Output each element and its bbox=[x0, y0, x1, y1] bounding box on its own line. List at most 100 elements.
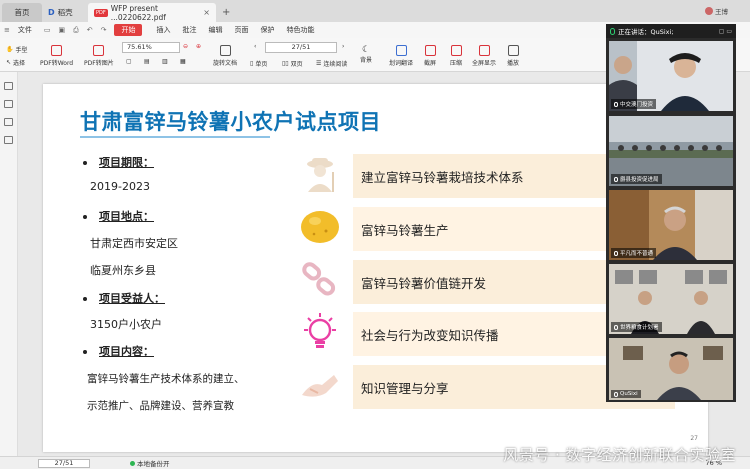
participant-tile-5[interactable]: QuSixi bbox=[609, 338, 733, 400]
select-tool-button[interactable]: ↖ 选择 bbox=[6, 58, 25, 67]
lightbulb-icon bbox=[304, 313, 336, 348]
hand-icon: ✋ bbox=[6, 46, 14, 53]
menu-annotate[interactable]: 批注 bbox=[182, 25, 196, 35]
zoom-out-icon[interactable]: ⊖ bbox=[183, 43, 188, 50]
user-account[interactable]: 王博 bbox=[705, 6, 728, 16]
bookmark-icon[interactable] bbox=[4, 100, 13, 108]
slide-page-number: 27 bbox=[690, 435, 698, 442]
fit-page-icon[interactable]: ▢ bbox=[126, 58, 132, 65]
background-label: 背景 bbox=[360, 57, 373, 64]
prev-page-icon[interactable]: ‹ bbox=[254, 43, 256, 50]
scissors-icon bbox=[424, 45, 436, 56]
participant-name-2: 爵县投资促进局 bbox=[611, 174, 662, 184]
participant-name-text-5: QuSixi bbox=[620, 391, 638, 397]
period-value: 2019-2023 bbox=[90, 180, 150, 193]
participant-tile-2[interactable]: 爵县投资促进局 bbox=[609, 116, 733, 186]
local-backup-status[interactable]: 本地备份开 bbox=[130, 458, 170, 468]
open-icon[interactable]: ▭ bbox=[44, 26, 51, 34]
translate-button[interactable]: 划词翻译 bbox=[389, 45, 413, 67]
play-icon bbox=[507, 45, 519, 56]
play-button[interactable]: 播放 bbox=[507, 45, 519, 67]
status-page-value: 27/51 bbox=[54, 458, 74, 467]
page-number-input[interactable]: 27/51 bbox=[265, 42, 337, 53]
translate-icon bbox=[395, 45, 407, 56]
panel-controls-icon[interactable]: ▢ ▭ bbox=[719, 28, 732, 35]
participant-tile-4[interactable]: 世界粮食计划署 bbox=[609, 264, 733, 334]
participant-tile-3[interactable]: 平凡而不普通 bbox=[609, 190, 733, 260]
mic-icon bbox=[614, 101, 618, 107]
fit-width-icon[interactable]: ▤ bbox=[144, 58, 150, 65]
menu-edit[interactable]: 编辑 bbox=[208, 25, 222, 35]
pdf-to-image-icon bbox=[93, 45, 105, 56]
menu-start[interactable]: 开始 bbox=[114, 24, 143, 36]
comment-icon[interactable] bbox=[4, 118, 13, 126]
watermark: 风景号 · 数字经济创新联合实验室 bbox=[503, 446, 736, 464]
content-bullet: 项目内容： bbox=[83, 343, 154, 359]
item-label-3: 富锌马铃薯价值链开发 bbox=[361, 275, 487, 291]
draft-logo-icon: D bbox=[48, 8, 55, 17]
tab-active-document[interactable]: PDF WFP present ...0220622.pdf × bbox=[88, 3, 216, 22]
participant-name-text-1: 中交澳门投资 bbox=[620, 102, 654, 108]
speaking-label: 正在讲话：QuSixi; bbox=[618, 28, 674, 36]
double-page-button[interactable]: ▯▯ 双页 bbox=[282, 59, 303, 68]
redo-icon[interactable]: ↷ bbox=[101, 26, 107, 34]
continuous-label: 连续阅读 bbox=[323, 61, 348, 68]
actual-size-icon[interactable]: ▥ bbox=[162, 58, 168, 65]
bullet-dot bbox=[83, 161, 87, 165]
backup-status-label: 本地备份开 bbox=[137, 460, 170, 468]
pdf-icon: PDF bbox=[94, 8, 108, 17]
hand-tool-button[interactable]: ✋ 手型 bbox=[6, 45, 28, 54]
menu-icon[interactable]: ≡ bbox=[4, 26, 10, 34]
screenshot-button[interactable]: 截屏 bbox=[424, 45, 436, 67]
moon-icon: ☾ bbox=[361, 45, 371, 55]
chain-link-icon bbox=[302, 262, 336, 296]
single-page-label: 单页 bbox=[255, 61, 268, 68]
attachment-icon[interactable] bbox=[4, 136, 13, 144]
participant-name-1: 中交澳门投资 bbox=[611, 99, 657, 109]
background-button[interactable]: ☾ 背景 bbox=[360, 45, 372, 64]
print-icon[interactable]: ⎙ bbox=[73, 26, 79, 35]
save-icon[interactable]: ▣ bbox=[59, 26, 66, 34]
bullet-dot bbox=[83, 297, 87, 301]
status-page-input[interactable]: 27/51 bbox=[38, 458, 90, 468]
next-page-icon[interactable]: › bbox=[342, 43, 344, 50]
location-bullet: 项目地点： bbox=[83, 208, 154, 224]
location-value-2: 临夏州东乡县 bbox=[90, 264, 156, 277]
menu-protect[interactable]: 保护 bbox=[260, 25, 274, 35]
menu-file[interactable]: 文件 bbox=[18, 25, 32, 35]
slide-title: 甘肃富锌马铃薯小农户试点项目 bbox=[80, 110, 381, 134]
continuous-read-button[interactable]: ☰ 连续阅读 bbox=[316, 59, 347, 68]
tab-home[interactable]: 首页 bbox=[2, 3, 42, 22]
pdf-to-image-button[interactable]: PDF转图片 bbox=[84, 45, 114, 67]
fullscreen-button[interactable]: 全屏显示 bbox=[472, 45, 496, 67]
menu-features[interactable]: 特色功能 bbox=[286, 25, 314, 35]
participant-tile-1[interactable]: 中交澳门投资 bbox=[609, 41, 733, 111]
pdf-to-word-button[interactable]: PDF转Word bbox=[40, 45, 73, 67]
menu-insert[interactable]: 插入 bbox=[156, 25, 170, 35]
undo-icon[interactable]: ↶ bbox=[87, 26, 93, 34]
meeting-header: 正在讲话：QuSixi; ▢ ▭ bbox=[606, 24, 736, 38]
rotate-document-button[interactable]: 旋转文档 bbox=[213, 45, 237, 67]
rotate-label: 旋转文档 bbox=[213, 60, 238, 67]
continuous-icon: ☰ bbox=[316, 60, 322, 67]
close-tab-icon[interactable]: × bbox=[203, 8, 210, 17]
tab-draft-label: 稻壳 bbox=[57, 8, 73, 17]
hand-tool-label: 手型 bbox=[15, 47, 28, 54]
tab-draft[interactable]: D 稻壳 bbox=[42, 3, 88, 22]
participant-name-4: 世界粮食计划署 bbox=[611, 322, 662, 332]
tab-home-label: 首页 bbox=[14, 8, 30, 17]
print-preview-icon[interactable]: ▦ bbox=[180, 58, 186, 65]
item-label-5: 知识管理与分享 bbox=[361, 380, 449, 396]
bullet-dot bbox=[83, 350, 87, 354]
new-tab-button[interactable]: + bbox=[222, 3, 230, 22]
compress-button[interactable]: 压缩 bbox=[450, 45, 462, 67]
single-page-button[interactable]: ▯ 单页 bbox=[250, 59, 267, 68]
menu-page[interactable]: 页面 bbox=[234, 25, 248, 35]
zoom-input[interactable]: 75.61% bbox=[122, 42, 180, 53]
handshake-icon bbox=[302, 375, 338, 397]
zoom-in-icon[interactable]: ⊕ bbox=[196, 43, 201, 50]
fullscreen-label: 全屏显示 bbox=[472, 60, 497, 67]
pdf-to-word-label: PDF转Word bbox=[40, 60, 74, 67]
item-label-1: 建立富锌马铃薯栽培技术体系 bbox=[361, 169, 524, 185]
thumbnail-icon[interactable] bbox=[4, 82, 13, 90]
